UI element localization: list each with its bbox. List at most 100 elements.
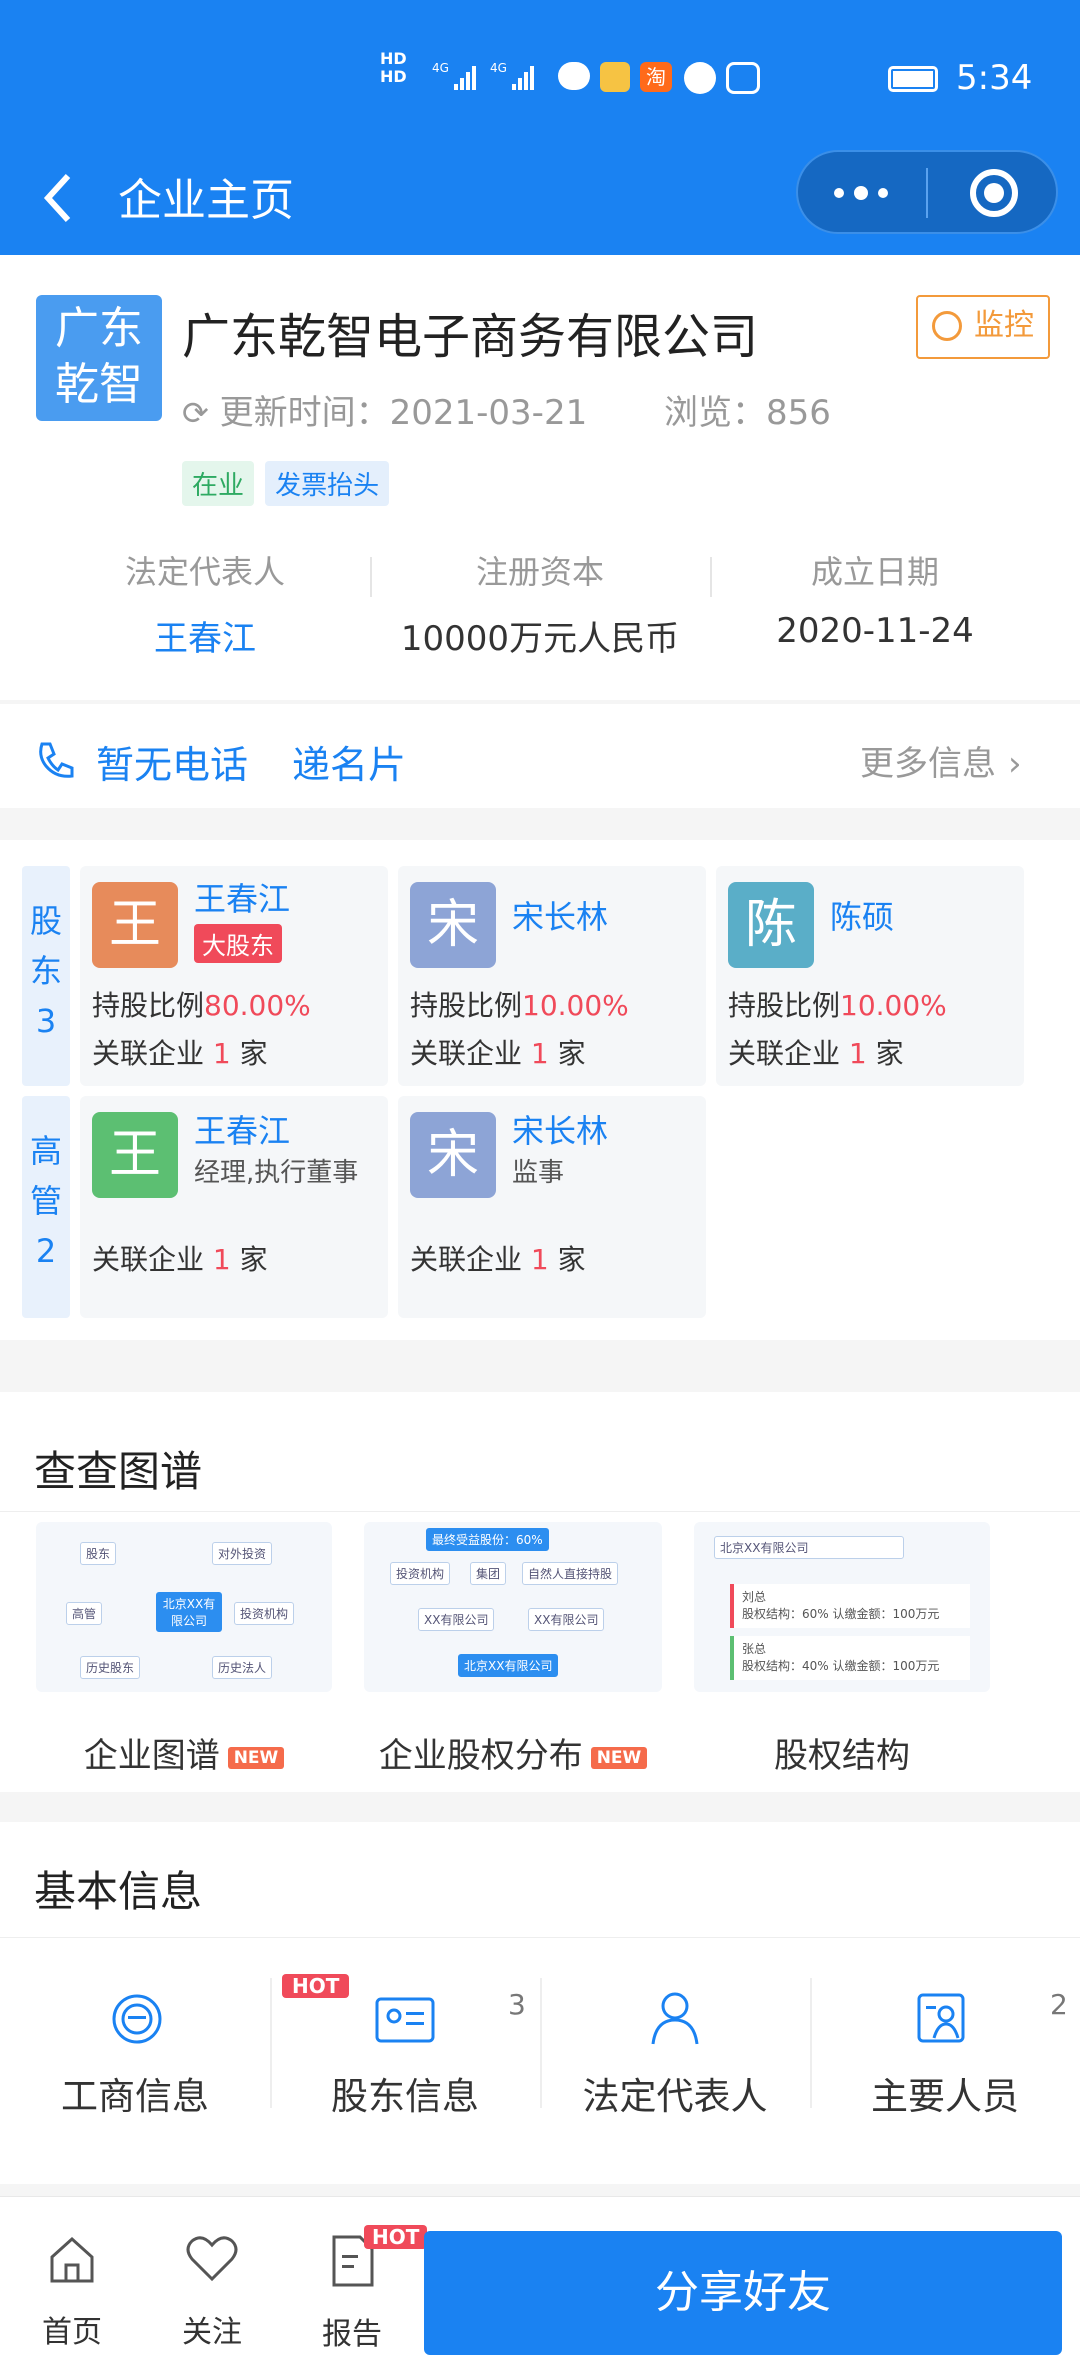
graph-section: 北京XX有限公司 股东 对外投资 高管 投资机构 历史股东 历史法人 企业图谱 N… [0, 1512, 1080, 1792]
taobao-icon: 淘 [640, 62, 672, 92]
legal-rep-link[interactable]: 王春江 [40, 611, 370, 660]
people-card: 股东3 高管2 王 王春江 大股东 持股比例80.00% 关联企业 1 家 宋 … [0, 840, 1080, 1340]
tag-list: 在业 发票抬头 [182, 461, 390, 506]
tab-home[interactable]: 首页 [20, 2233, 124, 2351]
section-title: 基本信息 [34, 1867, 203, 1916]
chevron-right-icon: › [1008, 744, 1022, 784]
share-ratio: 持股比例10.00% [410, 989, 629, 1022]
major-shareholder-badge: 大股东 [194, 924, 282, 963]
contact-row: 暂无电话 递名片 更多信息 › [0, 704, 1080, 808]
avatar: 宋 [410, 882, 496, 968]
home-icon [50, 2236, 94, 2283]
battery-icon [888, 66, 938, 92]
page-title: 企业主页 [118, 175, 294, 226]
refresh-icon: ⟳ [182, 394, 209, 432]
executive-card[interactable]: 王 王春江 经理,执行董事 关联企业 1 家 [80, 1096, 388, 1318]
executive-role: 经理,执行董事 [194, 1158, 359, 1188]
company-header: 广东 乾智 广东乾智电子商务有限公司 监控 ⟳ 更新时间：2021-03-21 浏… [0, 255, 1080, 700]
shareholder-card[interactable]: 宋 宋长林 持股比例10.00% 关联企业 1 家 [398, 866, 706, 1086]
send-card-link[interactable]: 递名片 [292, 734, 406, 789]
share-ratio: 持股比例80.00% [92, 989, 311, 1022]
app-icon [600, 62, 630, 92]
navigation-icon [684, 62, 716, 94]
new-badge: NEW [227, 1746, 285, 1769]
phone-icon [39, 742, 74, 778]
avatar: 陈 [728, 882, 814, 968]
bottom-tab-bar: 首页 关注 报告 HOT 分享好友 [0, 2196, 1080, 2376]
related-companies: 关联企业 1 家 [92, 1037, 268, 1070]
signal-icon: 4G 4G [432, 61, 534, 90]
back-icon[interactable] [38, 168, 78, 228]
executive-name[interactable]: 宋长林 [512, 1106, 608, 1152]
avatar: 王 [92, 1112, 178, 1198]
share-button[interactable]: 分享好友 [424, 2231, 1062, 2355]
company-logo: 广东 乾智 [36, 295, 162, 421]
related-companies: 关联企业 1 家 [728, 1037, 904, 1070]
shareholder-name[interactable]: 宋长林 [512, 892, 608, 938]
capital-info: 注册资本 10000万元人民币 [400, 553, 680, 659]
founded-info: 成立日期 2020-11-24 [776, 553, 974, 651]
hd-icon: HD HD [380, 49, 407, 86]
clock: 5:34 [956, 58, 1033, 98]
shareholder-name[interactable]: 陈硕 [830, 892, 894, 938]
update-time: ⟳ 更新时间：2021-03-21 [182, 393, 588, 433]
section-title: 查查图谱 [34, 1447, 203, 1496]
executive-card[interactable]: 宋 宋长林 监事 关联企业 1 家 [398, 1096, 706, 1318]
svg-text:4G: 4G [432, 61, 449, 75]
equity-distribution-thumbnail[interactable]: 最终受益股份：60% 投资机构 集团 自然人直接持股 XX有限公司 XX有限公司… [364, 1522, 662, 1692]
heart-icon [186, 2236, 238, 2282]
avatar: 宋 [410, 1112, 496, 1198]
shareholder-card[interactable]: 陈 陈硕 持股比例10.00% 关联企业 1 家 [716, 866, 1024, 1086]
executive-role: 监事 [512, 1158, 565, 1188]
count-badge: 3 [508, 1988, 526, 2021]
equity-distribution-link[interactable]: 企业股权分布 NEW [364, 1728, 662, 1777]
hot-badge: HOT [364, 2225, 428, 2249]
monitor-button[interactable]: 监控 [916, 295, 1050, 359]
badge-icon [112, 1994, 162, 2044]
related-companies: 关联企业 1 家 [92, 1243, 268, 1276]
legal-rep-info: 法定代表人 王春江 [40, 547, 370, 660]
shareholder-card[interactable]: 王 王春江 大股东 持股比例80.00% 关联企业 1 家 [80, 866, 388, 1086]
invoice-tag[interactable]: 发票抬头 [265, 461, 390, 506]
new-badge: NEW [590, 1746, 648, 1769]
more-icon[interactable] [834, 176, 898, 210]
graph-section-header: 查查图谱 [0, 1392, 1080, 1512]
capsule-menu [796, 150, 1058, 234]
monitor-icon [932, 311, 962, 341]
share-ratio: 持股比例10.00% [728, 989, 947, 1022]
message-icon [726, 62, 760, 94]
enterprise-graph-link[interactable]: 企业图谱 NEW [36, 1728, 332, 1777]
chat-icon [558, 62, 590, 90]
legal-representative-button[interactable]: 法定代表人 [540, 1938, 810, 2138]
hot-badge: HOT [282, 1974, 350, 1998]
basic-info-grid: 工商信息 HOT 3 股东信息 法定代表人 2 主要人员 [0, 1938, 1080, 2184]
tab-report[interactable]: 报告 [300, 2233, 404, 2353]
enterprise-graph-thumbnail[interactable]: 北京XX有限公司 股东 对外投资 高管 投资机构 历史股东 历史法人 [36, 1522, 332, 1692]
shareholders-section-label: 股东3 [22, 866, 70, 1086]
related-companies: 关联企业 1 家 [410, 1037, 586, 1070]
equity-structure-thumbnail[interactable]: 北京XX有限公司 刘总 股权结构：60% 认缴金额：100万元 张总 股权结构：40… [694, 1522, 990, 1692]
count-badge: 2 [1050, 1988, 1068, 2021]
more-info-link[interactable]: 更多信息 › [860, 736, 1022, 785]
person-icon [651, 1992, 699, 2045]
avatar: 王 [92, 882, 178, 968]
executive-name[interactable]: 王春江 [194, 1106, 290, 1152]
equity-structure-link[interactable]: 股权结构 [694, 1728, 990, 1777]
phone-text[interactable]: 暂无电话 [96, 734, 248, 789]
id-card-icon [375, 1997, 435, 2043]
business-info-button[interactable]: 工商信息 [0, 1938, 270, 2138]
staff-icon [917, 1993, 965, 2043]
basic-info-header: 基本信息 [0, 1822, 1080, 1938]
shareholder-info-button[interactable]: HOT 3 股东信息 [270, 1938, 540, 2138]
company-name: 广东乾智电子商务有限公司 [182, 309, 759, 365]
status-bar: HD HD 4G 4G 淘 5:34 [0, 0, 1080, 150]
tab-follow[interactable]: 关注 [160, 2233, 264, 2351]
status-tag: 在业 [182, 461, 255, 506]
nav-bar: 企业主页 [0, 150, 1080, 255]
executives-section-label: 高管2 [22, 1096, 70, 1318]
close-miniprogram-icon[interactable] [970, 169, 1018, 217]
related-companies: 关联企业 1 家 [410, 1243, 586, 1276]
key-personnel-button[interactable]: 2 主要人员 [810, 1938, 1080, 2138]
shareholder-name[interactable]: 王春江 [194, 874, 290, 920]
key-info: 法定代表人 王春江 注册资本 10000万元人民币 成立日期 2020-11-2… [40, 547, 1040, 660]
